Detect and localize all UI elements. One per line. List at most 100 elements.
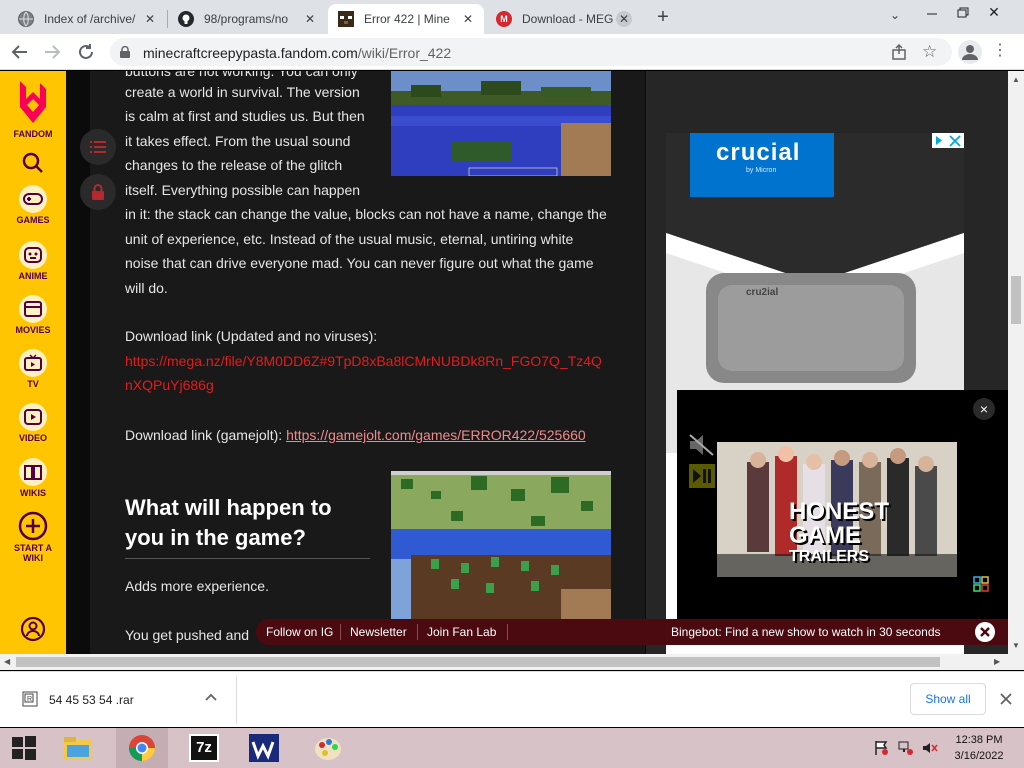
system-clock[interactable]: 12:38 PM 3/16/2022 bbox=[948, 732, 1010, 764]
download-file-name[interactable]: 54 45 53 54 .rar bbox=[49, 693, 134, 707]
start-a-wiki-button[interactable]: START A WIKI bbox=[0, 511, 66, 563]
video-player-popup[interactable]: × HONEST GAME TRAILERS bbox=[677, 390, 1008, 620]
close-video-button[interactable]: × bbox=[973, 398, 995, 420]
tab-search-icon[interactable]: ⌄ bbox=[890, 8, 900, 22]
new-tab-button[interactable]: + bbox=[652, 6, 674, 28]
adchoices-icon[interactable] bbox=[932, 133, 964, 148]
tab-mega-download[interactable]: M Download - MEG ✕ bbox=[486, 4, 640, 34]
vertical-scroll-thumb[interactable] bbox=[1011, 276, 1021, 324]
scroll-left-arrow[interactable]: ◀ bbox=[4, 657, 10, 666]
start-button[interactable] bbox=[8, 732, 40, 764]
download-gamejolt-line: Download link (gamejolt): https://gamejo… bbox=[125, 427, 586, 443]
7zip-icon[interactable]: 7z bbox=[188, 732, 220, 764]
padlock-icon bbox=[92, 184, 104, 200]
lock-icon bbox=[120, 45, 130, 58]
search-button[interactable] bbox=[0, 151, 66, 177]
search-icon bbox=[22, 152, 43, 173]
svg-text:R: R bbox=[27, 696, 32, 703]
bookmark-star-icon[interactable]: ☆ bbox=[922, 42, 937, 62]
address-bar[interactable]: minecraftcreepypasta.fandom.com/wiki/Err… bbox=[110, 38, 952, 66]
heading-divider bbox=[125, 558, 370, 559]
reload-button[interactable] bbox=[74, 40, 98, 64]
browser-toolbar: minecraftcreepypasta.fandom.com/wiki/Err… bbox=[0, 34, 1024, 70]
web-page: FANDOM GAMES ANIME MOVIES TV VIDEO WIKIS… bbox=[0, 71, 1008, 654]
minimize-button[interactable] bbox=[920, 4, 944, 24]
user-account-button[interactable] bbox=[0, 616, 66, 644]
file-explorer-icon[interactable] bbox=[62, 732, 94, 764]
paragraph-line: changes to the release of the glitch bbox=[125, 157, 343, 173]
gamejolt-link[interactable]: https://gamejolt.com/games/ERROR422/5256… bbox=[286, 427, 586, 443]
expand-icon[interactable] bbox=[973, 576, 989, 592]
fandom-logo[interactable]: FANDOM bbox=[0, 79, 66, 139]
close-window-button[interactable]: ✕ bbox=[982, 4, 1006, 24]
scroll-up-arrow[interactable]: ▲ bbox=[1012, 75, 1020, 84]
tab-github[interactable]: 98/programs/no ✕ bbox=[168, 4, 326, 34]
mute-icon[interactable] bbox=[687, 432, 717, 458]
paragraph-line: itself. Everything possible can happen bbox=[125, 182, 361, 198]
follow-ig-link[interactable]: Follow on IG bbox=[266, 625, 333, 639]
join-fan-lab-link[interactable]: Join Fan Lab bbox=[427, 625, 496, 639]
anime-icon bbox=[19, 241, 47, 269]
separator bbox=[507, 624, 508, 640]
gamepad-icon bbox=[19, 185, 47, 213]
lock-page-button[interactable] bbox=[80, 174, 116, 210]
rail-item-anime[interactable]: ANIME bbox=[0, 241, 66, 281]
fandom-heart-icon bbox=[20, 81, 46, 123]
tab-error-422[interactable]: Error 422 | Mine ✕ bbox=[328, 4, 484, 34]
mega-icon: M bbox=[496, 11, 512, 27]
windows-logo-icon bbox=[12, 736, 36, 760]
winamp-icon[interactable] bbox=[248, 732, 280, 764]
play-pause-icon[interactable] bbox=[689, 464, 715, 488]
wikis-icon bbox=[19, 458, 47, 486]
forward-button[interactable] bbox=[40, 40, 64, 64]
share-icon[interactable] bbox=[890, 43, 908, 66]
mega-download-link[interactable]: https://mega.nz/file/Y8M0DD6Z#9TpD8xBa8l… bbox=[125, 349, 602, 374]
action-center-flag-icon[interactable] bbox=[874, 740, 890, 756]
tv-icon bbox=[19, 349, 47, 377]
fandom-bottom-bar: Follow on IG Newsletter Join Fan Lab Bin… bbox=[256, 619, 1008, 645]
vertical-scrollbar[interactable]: ▲ ▼ bbox=[1008, 71, 1024, 654]
close-tab-icon[interactable]: ✕ bbox=[142, 11, 158, 27]
rail-item-tv[interactable]: TV bbox=[0, 349, 66, 389]
video-thumbnail[interactable]: HONEST GAME TRAILERS bbox=[717, 442, 957, 577]
download-options-chevron-icon[interactable] bbox=[204, 690, 218, 707]
globe-icon bbox=[18, 11, 34, 27]
close-tab-icon[interactable]: ✕ bbox=[460, 11, 476, 27]
menu-kebab-icon[interactable]: ⋮ bbox=[992, 42, 1008, 60]
profile-avatar[interactable] bbox=[958, 40, 982, 64]
volume-muted-icon[interactable] bbox=[922, 740, 938, 756]
paragraph-line: is calm at first and studies us. But the… bbox=[125, 108, 365, 124]
horizontal-scroll-thumb[interactable] bbox=[16, 657, 940, 667]
tab-index-archive[interactable]: Index of /archive/ ✕ bbox=[8, 4, 166, 34]
close-tab-icon[interactable]: ✕ bbox=[616, 11, 632, 27]
paragraph-line: in it: the stack can change the value, b… bbox=[125, 206, 607, 222]
paragraph-line: it takes effect. From the usual sound bbox=[125, 133, 351, 149]
movies-icon bbox=[19, 295, 47, 323]
restore-button[interactable] bbox=[950, 4, 974, 24]
newsletter-link[interactable]: Newsletter bbox=[350, 625, 407, 639]
paint-icon[interactable] bbox=[312, 732, 344, 764]
list-icon bbox=[90, 141, 106, 153]
close-bar-button[interactable] bbox=[975, 622, 995, 642]
bingebot-text[interactable]: Bingebot: Find a new show to watch in 30… bbox=[671, 625, 941, 639]
close-tab-icon[interactable]: ✕ bbox=[302, 11, 318, 27]
chrome-taskbar-icon[interactable] bbox=[116, 728, 168, 768]
scroll-down-arrow[interactable]: ▼ bbox=[1012, 641, 1020, 650]
paragraph-line: will do. bbox=[125, 280, 168, 296]
rail-item-movies[interactable]: MOVIES bbox=[0, 295, 66, 335]
horizontal-scrollbar[interactable]: ◀ ▶ bbox=[0, 654, 1024, 670]
windows-taskbar: 7z 12:38 PM 3/16/2022 bbox=[0, 728, 1024, 768]
tab-strip: Index of /archive/ ✕ 98/programs/no ✕ Er… bbox=[0, 0, 1024, 34]
tab-label: 98/programs/no bbox=[204, 12, 289, 26]
show-all-button[interactable]: Show all bbox=[910, 683, 986, 715]
rar-file-icon: R bbox=[22, 691, 38, 707]
close-downloads-icon[interactable] bbox=[998, 691, 1014, 707]
rail-item-games[interactable]: GAMES bbox=[0, 185, 66, 225]
mega-download-link-cont[interactable]: nXQPuYj686g bbox=[125, 373, 214, 398]
toc-button[interactable] bbox=[80, 129, 116, 165]
scroll-right-arrow[interactable]: ▶ bbox=[994, 657, 1000, 666]
network-icon[interactable] bbox=[898, 740, 914, 756]
back-button[interactable] bbox=[8, 40, 32, 64]
rail-item-wikis[interactable]: WIKIS bbox=[0, 458, 66, 498]
rail-item-video[interactable]: VIDEO bbox=[0, 403, 66, 443]
